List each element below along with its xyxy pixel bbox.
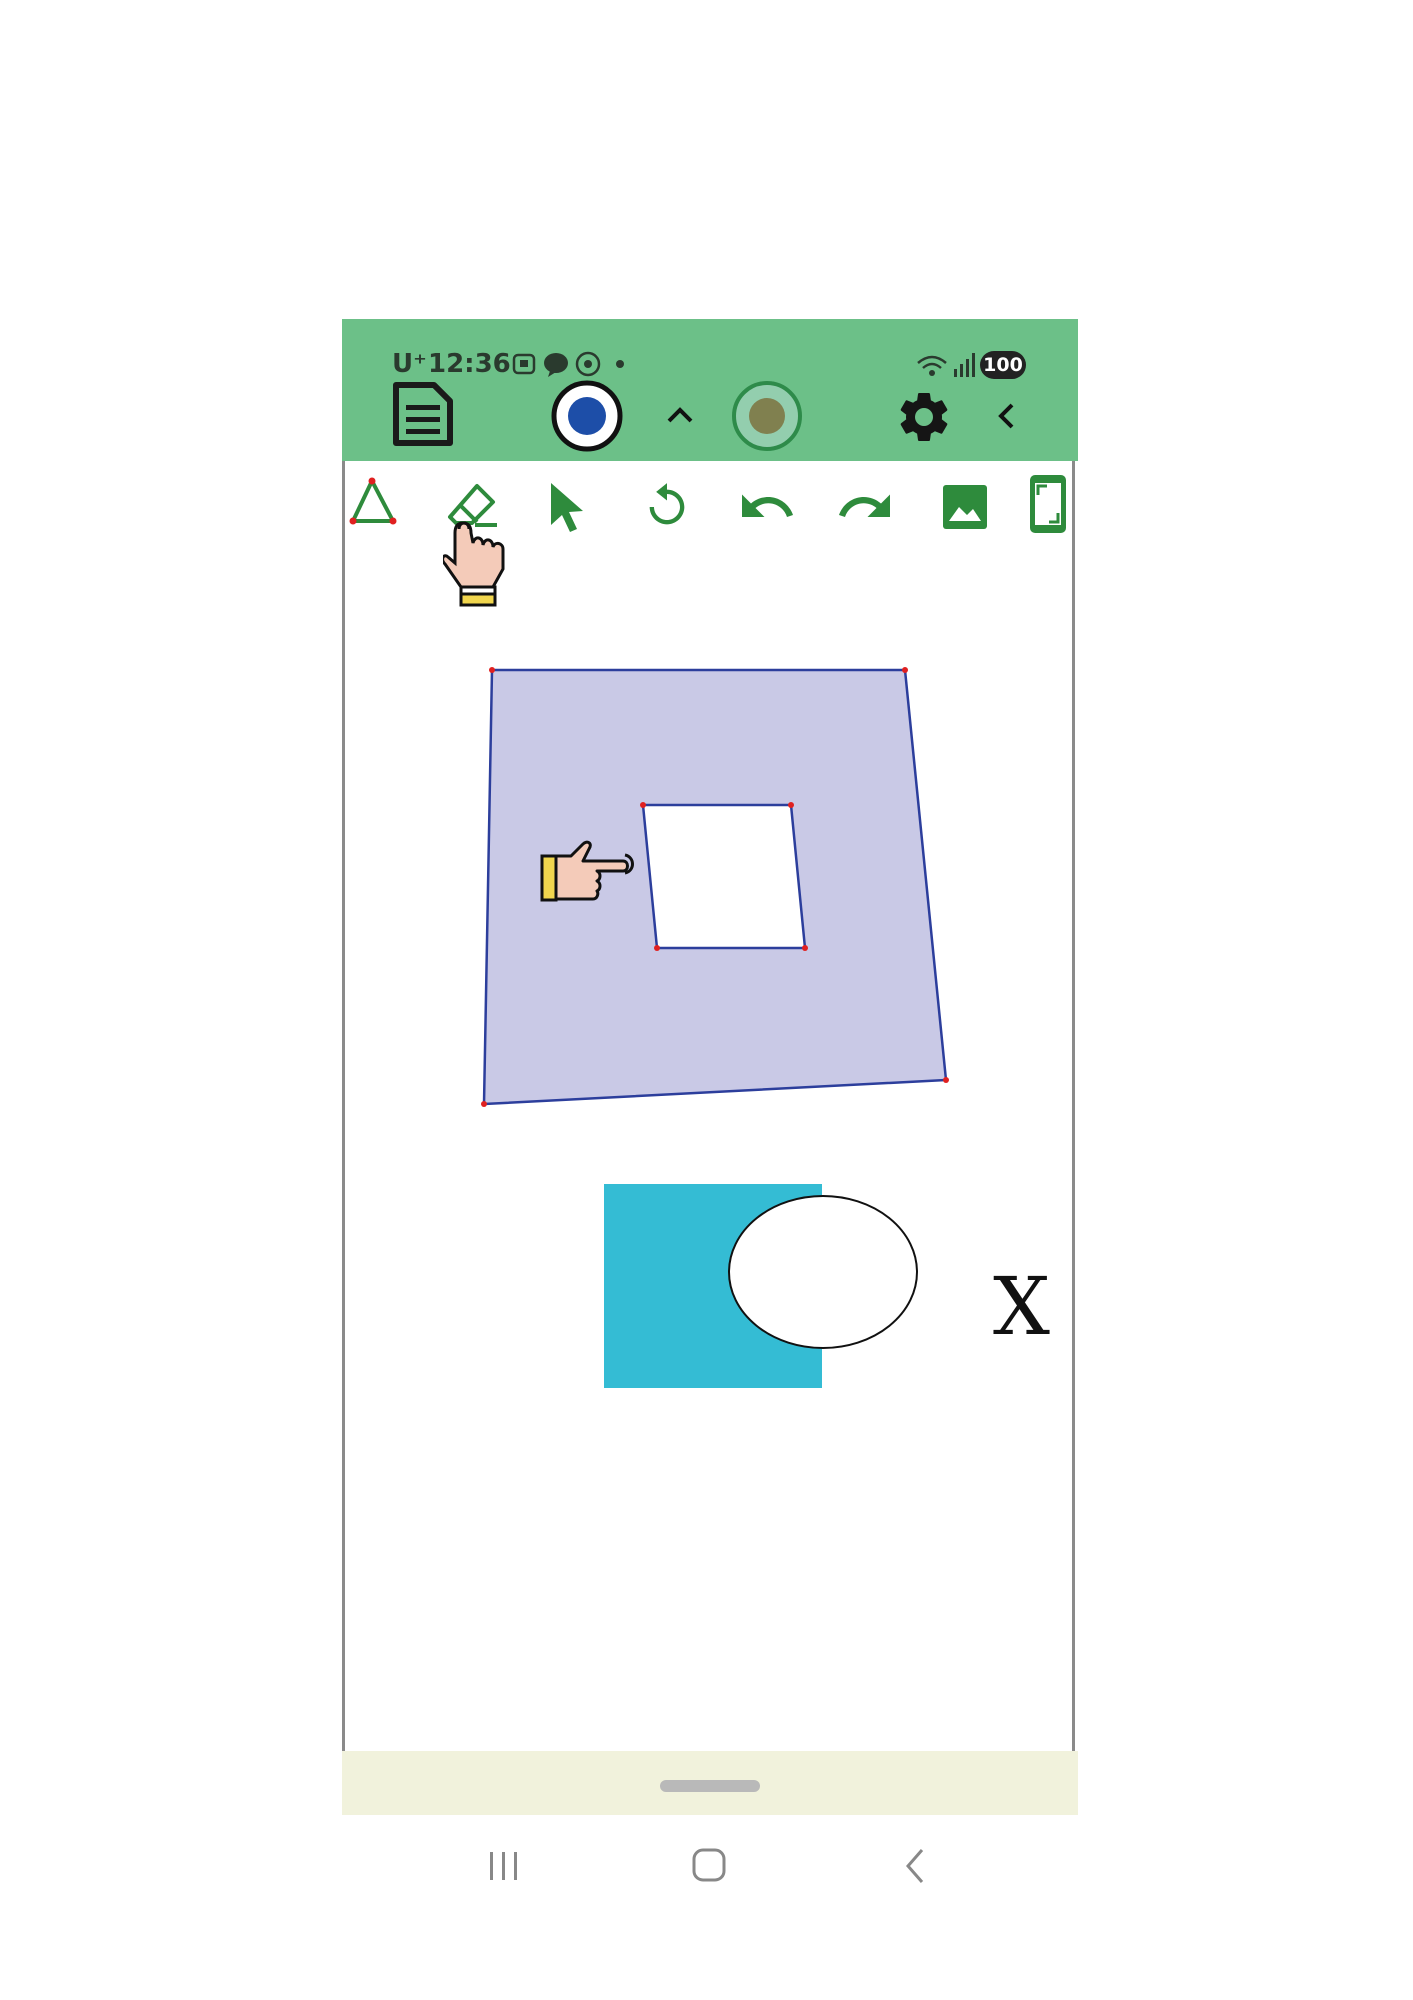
phone-screen: U⁺ 12:36 100 [342,319,1078,1819]
document-icon[interactable] [390,381,456,447]
olive-color-icon[interactable] [730,379,804,453]
shapes-layer [481,667,949,1388]
carrier-label: U⁺ [392,349,427,379]
status-notification-icons [512,351,624,377]
chevron-up-icon[interactable] [664,401,696,429]
recent-apps-icon[interactable] [486,1848,522,1884]
record-dot-icon[interactable] [550,379,624,453]
signal-wifi-icons [917,353,975,377]
system-nav-bar [0,1820,1413,1910]
bottom-handle-bar[interactable] [342,1751,1078,1815]
pointing-hand-icon [540,840,634,902]
battery-indicator: 100 [980,351,1026,379]
back-chevron-icon[interactable] [994,401,1020,431]
clock: 12:36 [428,349,511,379]
x-label: X [993,1260,1050,1353]
drawing-canvas[interactable] [342,461,1075,1761]
white-ellipse [728,1195,918,1349]
drag-handle[interactable] [660,1780,760,1792]
gear-icon[interactable] [894,387,954,447]
status-app-bar: U⁺ 12:36 100 [342,319,1078,461]
home-icon[interactable] [690,1846,728,1884]
back-icon[interactable] [900,1846,930,1886]
